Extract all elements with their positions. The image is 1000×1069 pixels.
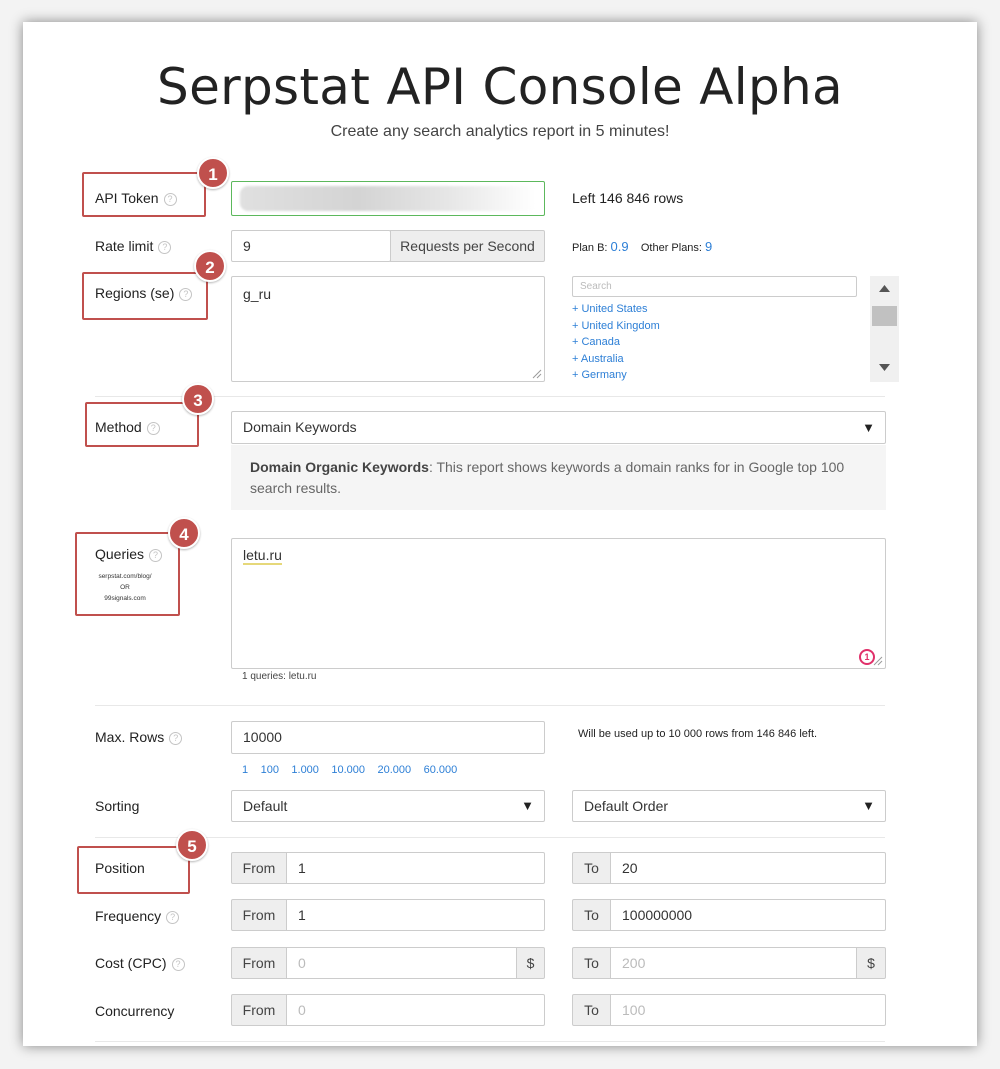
regions-search-input[interactable]: Search [572, 276, 857, 297]
position-from-addon: From [231, 852, 287, 884]
regions-label: Regions (se)? [95, 285, 193, 301]
regions-list: + United States + United Kingdom + Canad… [572, 301, 660, 384]
sort-field-select[interactable]: Default ▼ [231, 790, 545, 822]
max-rows-input[interactable]: 10000 [231, 721, 545, 754]
resize-handle-icon[interactable] [532, 369, 542, 379]
scroll-thumb[interactable] [872, 306, 897, 326]
step-badge-2: 2 [194, 250, 226, 282]
region-item[interactable]: + United States [572, 301, 660, 318]
cost-label: Cost (CPC)? [95, 955, 185, 971]
plan-limits: Plan B: 0.9 Other Plans: 9 [572, 239, 713, 254]
cost-to-input[interactable]: 200 [610, 947, 857, 979]
step-badge-3: 3 [182, 383, 214, 415]
region-item[interactable]: + Germany [572, 367, 660, 384]
cost-from-addon: From [231, 947, 287, 979]
position-to-addon: To [572, 852, 611, 884]
step-badge-5: 5 [176, 829, 208, 861]
concurrency-label: Concurrency [95, 1003, 175, 1019]
position-to-input[interactable]: 20 [610, 852, 886, 884]
region-item[interactable]: + United Kingdom [572, 318, 660, 335]
help-icon[interactable]: ? [171, 958, 185, 971]
api-token-label: API Token? [95, 190, 177, 206]
frequency-label: Frequency? [95, 908, 180, 924]
cost-from-input[interactable]: 0 [286, 947, 517, 979]
sorting-label: Sorting [95, 798, 140, 814]
queries-summary: 1 queries: letu.ru [242, 671, 317, 682]
rows-left-text: Left 146 846 rows [572, 190, 684, 206]
concurrency-from-input[interactable]: 0 [286, 994, 545, 1026]
concurrency-to-addon: To [572, 994, 611, 1026]
page-subtitle: Create any search analytics report in 5 … [330, 123, 670, 140]
sort-order-select[interactable]: Default Order ▼ [572, 790, 886, 822]
help-icon[interactable]: ? [169, 732, 183, 745]
frequency-to-addon: To [572, 899, 611, 931]
region-item[interactable]: + Australia [572, 351, 660, 368]
frequency-to-input[interactable]: 100000000 [610, 899, 886, 931]
frequency-from-addon: From [231, 899, 287, 931]
step-badge-4: 4 [168, 517, 200, 549]
console-card: Serpstat API Console Alpha Create any se… [23, 22, 977, 1046]
queries-label: Queries? [95, 546, 163, 562]
concurrency-from-addon: From [231, 994, 287, 1026]
position-label: Position [95, 860, 145, 876]
rate-limit-label: Rate limit? [95, 238, 172, 254]
help-icon[interactable]: ? [146, 422, 160, 435]
step-badge-1: 1 [197, 157, 229, 189]
method-select[interactable]: Domain Keywords ▼ [231, 411, 886, 444]
regions-textarea[interactable]: g_ru [231, 276, 545, 382]
max-rows-preset-link[interactable]: 1 [242, 764, 248, 776]
chevron-down-icon: ▼ [862, 420, 875, 435]
max-rows-preset-link[interactable]: 20.000 [377, 764, 411, 776]
help-icon[interactable]: ? [166, 911, 180, 924]
section-divider [95, 705, 885, 706]
method-description: Domain Organic Keywords: This report sho… [231, 445, 886, 510]
help-icon[interactable]: ? [179, 288, 193, 301]
help-icon[interactable]: ? [158, 241, 172, 254]
position-from-input[interactable]: 1 [286, 852, 545, 884]
cost-to-addon: To [572, 947, 611, 979]
max-rows-label: Max. Rows? [95, 729, 183, 745]
concurrency-to-input[interactable]: 100 [610, 994, 886, 1026]
max-rows-preset-link[interactable]: 100 [261, 764, 279, 776]
method-label: Method? [95, 419, 160, 435]
rate-limit-input[interactable]: 9 [231, 230, 391, 262]
help-icon[interactable]: ? [163, 193, 177, 206]
frequency-from-input[interactable]: 1 [286, 899, 545, 931]
scroll-down-icon[interactable] [879, 364, 890, 372]
region-item[interactable]: + Canada [572, 334, 660, 351]
chevron-down-icon: ▼ [521, 798, 534, 813]
max-rows-preset-link[interactable]: 1.000 [291, 764, 319, 776]
cost-to-currency: $ [856, 947, 886, 979]
section-divider [95, 837, 885, 838]
max-rows-presets: 1 100 1.000 10.000 20.000 60.000 [242, 760, 465, 778]
regions-scrollbar[interactable] [870, 276, 899, 382]
queries-hint: serpstat.com/blog/OR 99signals.com [98, 573, 152, 602]
max-rows-preset-link[interactable]: 10.000 [331, 764, 365, 776]
rate-limit-unit: Requests per Second [390, 230, 545, 262]
resize-handle-icon[interactable] [873, 656, 883, 666]
queries-textarea[interactable]: letu.ru 1 [231, 538, 886, 669]
scroll-up-icon[interactable] [879, 285, 890, 293]
max-rows-preset-link[interactable]: 60.000 [424, 764, 458, 776]
api-token-input[interactable] [231, 181, 545, 216]
cost-from-currency: $ [516, 947, 545, 979]
page-title: Serpstat API Console Alpha [157, 58, 843, 116]
chevron-down-icon: ▼ [862, 798, 875, 813]
max-rows-note: Will be used up to 10 000 rows from 146 … [578, 728, 818, 740]
help-icon[interactable]: ? [149, 549, 163, 562]
section-divider [95, 1041, 885, 1042]
